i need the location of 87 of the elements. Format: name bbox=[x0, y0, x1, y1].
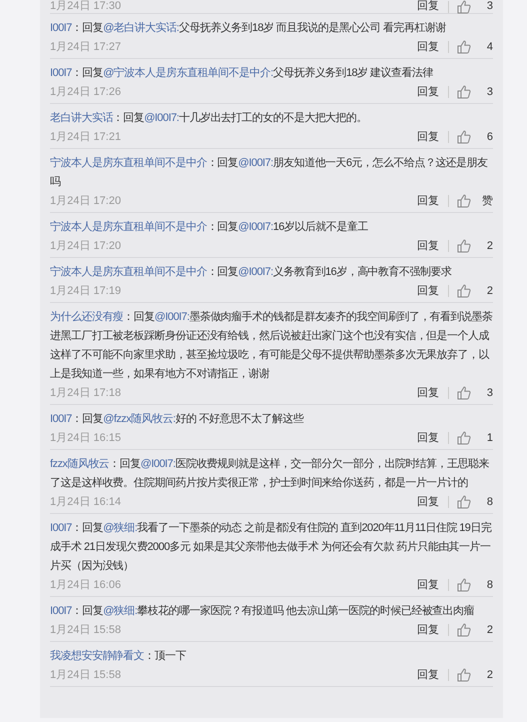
reply-link[interactable]: 回复 bbox=[417, 237, 439, 255]
username-link[interactable]: 宁波本人是房东直租单间不是中介 bbox=[50, 157, 207, 169]
comment-time: 1月24日 16:14 bbox=[50, 495, 122, 510]
thumbs-up-icon[interactable] bbox=[457, 623, 471, 637]
thumbs-up-icon[interactable] bbox=[457, 668, 471, 682]
thumbs-up-icon[interactable] bbox=[457, 386, 471, 400]
like-count: 赞 bbox=[481, 194, 493, 209]
mention-link[interactable]: @I00I7: bbox=[238, 266, 273, 278]
reply-link[interactable]: 回复 bbox=[417, 83, 439, 101]
like-count: 2 bbox=[486, 623, 493, 638]
username-link[interactable]: I00I7 bbox=[50, 22, 72, 34]
reply-link[interactable]: 回复 bbox=[417, 128, 439, 146]
comment-time: 1月24日 17:20 bbox=[50, 194, 122, 209]
comment-time: 1月24日 16:15 bbox=[50, 431, 122, 446]
username-link[interactable]: 宁波本人是房东直租单间不是中介 bbox=[50, 221, 207, 233]
mention-link[interactable]: @I00I7: bbox=[144, 112, 179, 124]
thumbs-up-icon[interactable] bbox=[457, 194, 471, 208]
like-count: 8 bbox=[486, 495, 493, 510]
thumbs-up-icon[interactable] bbox=[457, 284, 471, 298]
comment-text: I00I7：回复@fzzx随风牧云:好的 不好意思不太了解这些 bbox=[50, 412, 305, 427]
reply-link[interactable]: 回复 bbox=[417, 493, 439, 511]
thumbs-up-icon[interactable] bbox=[457, 578, 471, 592]
thumbs-up-icon[interactable] bbox=[457, 495, 471, 509]
like-count: 1 bbox=[486, 431, 493, 446]
comment-time: 1月24日 17:30 bbox=[50, 0, 122, 13]
comment-time: 1月24日 17:20 bbox=[50, 239, 122, 254]
comment-text: I00I7：回复@狭细:攀枝花的哪一家医院？有报道吗 他去凉山第一医院的时候已经被查出肉瘤 bbox=[50, 604, 476, 619]
comment-time: 1月24日 17:21 bbox=[50, 130, 122, 145]
like-count: 4 bbox=[486, 40, 493, 55]
comment-time: 1月24日 17:26 bbox=[50, 85, 122, 100]
username-link[interactable]: 为什么还没有瘦 bbox=[50, 311, 124, 323]
like-count: 2 bbox=[486, 284, 493, 299]
comment-text: 老白讲大实话：回复@I00I7:十几岁出去打工的女的不是大把大把的。 bbox=[50, 110, 368, 126]
comment-text: 宁波本人是房东直租单间不是中介：回复@I00I7:义务教育到16岁，高中教育不强制要求 bbox=[50, 264, 452, 280]
mention-link[interactable]: @宁波本人是房东直租单间不是中介: bbox=[103, 67, 273, 79]
comment-text: 宁波本人是房东直租单间不是中介：回复@I00I7:16岁以后就不是童工 bbox=[50, 220, 369, 235]
comment-text: I00I7：回复@狭细:我看了一下墨荼的动态 之前是都没有住院的 直到2020年11月11日住院 19日完成手术 21日发现欠费2000多元 如果是其父亲带他去做手术 为何还会有欠款 药片只能由其一片一片买（因为没钱） bbox=[50, 520, 492, 574]
comment-time: 1月24日 17:19 bbox=[50, 284, 122, 299]
thumbs-up-icon[interactable] bbox=[457, 431, 471, 445]
mention-link[interactable]: @老白讲大实话: bbox=[103, 22, 179, 34]
mention-link[interactable]: @I00I7: bbox=[140, 458, 176, 470]
username-link[interactable]: 老白讲大实话 bbox=[50, 112, 113, 124]
comment-time: 1月24日 17:18 bbox=[50, 386, 122, 401]
comment-text: 宁波本人是房东直租单间不是中介：回复@I00I7:朋友知道他一天6元，怎么不给点？这还是朋友吗 bbox=[50, 156, 489, 190]
reply-link[interactable]: 回复 bbox=[417, 0, 439, 13]
comment-time: 1月24日 15:58 bbox=[50, 668, 122, 683]
comment-time: 1月24日 15:58 bbox=[50, 623, 122, 638]
reply-link[interactable]: 回复 bbox=[417, 666, 439, 684]
mention-link[interactable]: @狭细: bbox=[103, 522, 138, 534]
mention-link[interactable]: @I00I7: bbox=[238, 157, 273, 169]
like-count: 3 bbox=[486, 0, 493, 13]
comment-text: I00I7：回复@老白讲大实话:父母抚养义务到18岁 而且我说的是黑心公司 看完再杠谢谢 bbox=[50, 20, 447, 36]
username-link[interactable]: fzzx随风牧云 bbox=[50, 458, 110, 470]
like-count: 6 bbox=[486, 130, 493, 145]
reply-link[interactable]: 回复 bbox=[417, 621, 439, 639]
reply-link[interactable]: 回复 bbox=[417, 576, 439, 594]
mention-link[interactable]: @fzzx随风牧云: bbox=[103, 413, 176, 425]
reply-link[interactable]: 回复 bbox=[417, 429, 439, 447]
comment-time: 1月24日 16:06 bbox=[50, 578, 122, 593]
like-count: 3 bbox=[486, 386, 493, 401]
thumbs-up-icon[interactable] bbox=[457, 130, 471, 144]
reply-link[interactable]: 回复 bbox=[417, 384, 439, 402]
like-count: 2 bbox=[486, 239, 493, 254]
mention-link[interactable]: @狭细: bbox=[103, 605, 138, 617]
username-link[interactable]: I00I7 bbox=[50, 522, 72, 534]
thumbs-up-icon[interactable] bbox=[457, 0, 471, 14]
username-link[interactable]: 我凌想安安静静看文 bbox=[50, 650, 144, 662]
thumbs-up-icon[interactable] bbox=[457, 239, 471, 253]
thumbs-up-icon[interactable] bbox=[457, 40, 471, 54]
like-count: 2 bbox=[486, 668, 493, 683]
username-link[interactable]: 宁波本人是房东直租单间不是中介 bbox=[50, 266, 207, 278]
reply-link[interactable]: 回复 bbox=[417, 282, 439, 300]
comment-text: fzzx随风牧云：回复@I00I7:医院收费规则就是这样，交一部分欠一部分，出院时结算，王思聪来了这是这样收费。住院期间药片按片卖很正常，护士到时间来给你送药，都是一片一片计的 bbox=[50, 456, 490, 491]
mention-link[interactable]: @I00I7: bbox=[238, 221, 273, 233]
username-link[interactable]: I00I7 bbox=[50, 67, 72, 79]
reply-link[interactable]: 回复 bbox=[417, 192, 439, 210]
like-count: 8 bbox=[486, 578, 493, 593]
like-count: 3 bbox=[486, 85, 493, 100]
reply-link[interactable]: 回复 bbox=[417, 38, 439, 56]
comment-text: 为什么还没有瘦：回复@I00I7:墨荼做肉瘤手术的钱都是群友凑齐的我空间刷到了，有看到说墨荼进黑工厂打工被老板踩断身份证还没有给钱，然后说被赶出家门这个也没有实信，但是一个人成这样了不可能不向家里求助，甚至捡垃圾吃，有可能是父母不提供帮助墨荼多次无果放弃了，以上是我知道一些，如果有地方不对请指正，谢谢 bbox=[50, 310, 493, 382]
comment-text: 我凌想安安静静看文：顶一下 bbox=[50, 648, 187, 664]
username-link[interactable]: I00I7 bbox=[50, 413, 72, 425]
comment-time: 1月24日 17:27 bbox=[50, 40, 122, 55]
comment-text: I00I7：回复@宁波本人是房东直租单间不是中介:父母抚养义务到18岁 建议查看法律 bbox=[50, 66, 434, 81]
thumbs-up-icon[interactable] bbox=[457, 85, 471, 99]
mention-link[interactable]: @I00I7: bbox=[154, 311, 190, 323]
username-link[interactable]: I00I7 bbox=[50, 605, 72, 617]
